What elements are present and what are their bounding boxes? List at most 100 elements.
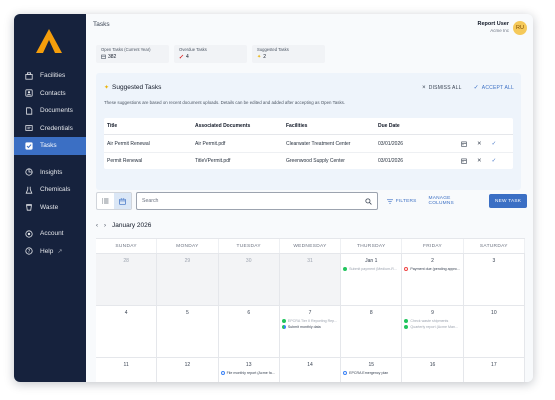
sidebar-nav: Facilities Contacts Documents Credentials Ta… [14,67,86,260]
app-window: Facilities Contacts Documents Credentials Ta… [14,14,533,382]
sidebar-item-facilities[interactable]: Facilities [14,67,86,85]
task-document[interactable]: TitleVPermit.pdf [195,158,286,164]
stat-suggested-tasks[interactable]: Suggested Tasks ✦ 2 [252,45,325,63]
calendar-event[interactable]: Quarterly report (Acme Man... [404,325,462,329]
sidebar-item-waste[interactable]: Waste [14,199,86,217]
calendar-event[interactable]: Check waste shipments [404,319,462,323]
calendar-day[interactable]: 16 [402,358,464,382]
calendar-event[interactable]: EPCRA Tier II Reporting Rep... [281,319,340,323]
calendar-event[interactable]: EPCRA Emergency plan [343,371,401,375]
calendar-day[interactable]: 17 [464,358,525,382]
calendar-day[interactable]: 7 EPCRA Tier II Reporting Rep... Submit mo… [280,306,342,357]
stat-value: 382 [108,54,117,60]
calendar-day[interactable]: 31 [279,254,342,305]
calendar-icon [101,54,106,61]
contacts-icon [25,89,33,97]
calendar-view-button[interactable] [114,193,131,209]
calendar-event[interactable]: Payment due (pending appro... [404,267,462,271]
dismiss-all-button[interactable]: × DISMISS ALL [422,84,462,91]
top-bar: Tasks Report User Acme Inc RU [86,14,533,38]
sidebar-item-account[interactable]: Account [14,225,86,243]
calendar-day[interactable]: 29 [157,254,219,305]
check-icon: ✓ [473,85,479,91]
event-title: Quarterly report (Acme Man... [410,325,458,329]
external-link-icon: ↗ [57,248,63,255]
calendar-day[interactable]: 15 EPCRA Emergency plan [341,358,403,382]
column-header: Due Date [378,123,400,129]
sidebar-item-label: Chemicals [40,186,71,194]
app-logo[interactable] [36,29,62,53]
insights-icon [25,168,33,176]
sidebar-item-credentials[interactable]: Credentials [14,120,86,138]
task-due-date: 03/01/2026 [378,140,404,147]
filters-button[interactable]: FILTERS [386,199,417,204]
sidebar-item-help[interactable]: ? Help ↗ [14,243,86,261]
sidebar-item-chemicals[interactable]: Chemicals [14,181,86,199]
stat-open-tasks[interactable]: Open Tasks (Current Year) 382 [96,45,169,63]
stat-overdue-tasks[interactable]: Overdue Tasks 4 [174,45,247,63]
calendar-day[interactable]: 12 [157,358,219,382]
dismiss-icon[interactable]: ✕ [477,141,482,147]
calendar-day[interactable]: 6 [219,306,280,357]
calendar-week: 11 12 13 File monthly report (Acme fa... 14 1… [96,358,525,382]
sidebar-item-contacts[interactable]: Contacts [14,85,86,103]
chemicals-icon [25,186,33,194]
day-number: 8 [369,310,373,316]
status-dot-icon [343,371,348,375]
accept-all-button[interactable]: ✓ ACCEPT ALL [473,84,514,92]
table-row[interactable]: Air Permit Renewal Air Permit.pdf Clearw… [104,135,513,152]
calendar-day[interactable]: 8 [341,306,403,357]
sidebar-item-tasks[interactable]: Tasks [14,137,86,155]
calendar-day[interactable]: 13 File monthly report (Acme fa... [219,358,280,382]
calendar-day[interactable]: 14 [280,358,342,382]
day-number: 6 [247,310,251,316]
avatar[interactable]: RU [513,21,527,35]
calendar-day[interactable]: 9 Check waste shipments Quarterly report (… [402,306,464,357]
calendar-event[interactable]: File monthly report (Acme fa... [220,371,279,375]
dismiss-icon[interactable]: ✕ [477,158,482,164]
weekday-label: SUNDAY [96,239,158,253]
edit-calendar-icon[interactable] [461,158,467,164]
calendar-day[interactable]: 30 [218,254,280,305]
column-header: Title [107,123,118,129]
calendar-day[interactable]: 5 [157,306,219,357]
chevron-left-icon[interactable]: ‹ [96,223,98,229]
accept-icon[interactable]: ✓ [492,141,497,147]
column-header: Associated Documents [195,123,251,129]
lightbulb-icon: ✦ [257,53,262,60]
sidebar-item-label: Contacts [40,89,66,97]
chevron-right-icon[interactable]: › [104,223,106,229]
manage-columns-button[interactable]: MANAGE COLUMNS [429,196,478,206]
stat-value: 2 [263,53,266,60]
sidebar-item-insights[interactable]: Insights [14,164,86,182]
new-task-button[interactable]: NEW TASK [489,194,527,208]
accept-icon[interactable]: ✓ [492,158,497,164]
day-number: 16 [429,362,436,368]
calendar-day[interactable]: 4 [96,306,158,357]
day-number: 11 [123,362,129,368]
table-row[interactable]: Permit Renewal TitleVPermit.pdf Greenwoo… [104,152,513,169]
calendar-day[interactable]: 2 Payment due (pending appro... [402,254,464,305]
task-due-date: 03/01/2026 [378,158,404,164]
calendar-day[interactable]: 10 [464,306,525,357]
calendar-event[interactable]: Submit monthly data [281,325,340,329]
documents-icon [25,107,33,115]
search-input[interactable]: Search [136,192,378,210]
main-content: Tasks Report User Acme Inc RU Open Tasks… [86,14,533,382]
calendar-week: 28 29 30 31 Jan 1 Submit payment (Medium-R...… [96,254,525,306]
search-icon[interactable] [365,197,372,205]
list-view-button[interactable] [97,193,114,209]
edit-calendar-icon[interactable] [461,141,467,147]
calendar-event[interactable]: Submit payment (Medium-R... [343,267,401,271]
calendar-day[interactable]: 11 [96,358,158,382]
day-number: 29 [184,258,191,264]
user-menu[interactable]: Report User Acme Inc RU [478,21,527,35]
calendar-day[interactable]: 28 [96,254,158,305]
calendar-day[interactable]: Jan 1 Submit payment (Medium-R... [341,254,403,305]
suggested-tasks-panel: ✦ Suggested Tasks × DISMISS ALL ✓ ACCEPT… [96,73,521,190]
task-document[interactable]: Air Permit.pdf [195,141,286,147]
day-number: 2 [431,258,434,264]
calendar-day[interactable]: 3 [464,254,525,305]
user-org: Acme Inc [490,28,509,33]
sidebar-item-documents[interactable]: Documents [14,102,86,120]
